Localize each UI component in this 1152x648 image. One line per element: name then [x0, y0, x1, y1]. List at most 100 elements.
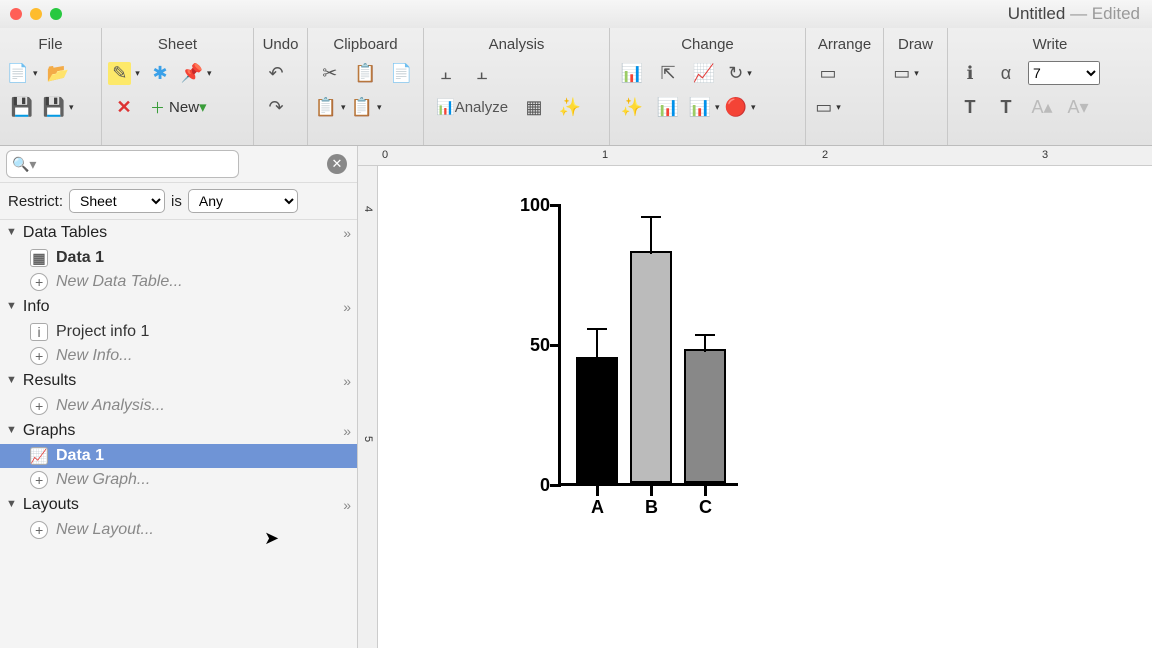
open-file-button[interactable]: 📂 — [44, 59, 72, 87]
x-tick-label: C — [699, 497, 712, 518]
analysis-a-button[interactable]: ⫠ — [432, 59, 460, 87]
cut-button[interactable]: ✂ — [316, 59, 344, 87]
text-tool-2[interactable]: T — [992, 93, 1020, 121]
restrict-label: Restrict: — [8, 193, 63, 210]
canvas[interactable]: + 0123 45 050100ABC — [358, 146, 1152, 648]
save-as-button[interactable]: 💾 — [44, 93, 72, 121]
restrict-is: is — [171, 193, 182, 210]
add-icon: + — [30, 273, 48, 291]
change-color-button[interactable]: 🔴 — [726, 93, 754, 121]
nav-item[interactable]: ▦ Data 1 — [0, 246, 357, 270]
bar-A[interactable] — [576, 357, 618, 483]
save-button[interactable]: 💾 — [8, 93, 36, 121]
restrict-field-select[interactable]: Sheet — [69, 189, 165, 213]
draw-rect-button[interactable]: ▭ — [892, 59, 920, 87]
alpha-button[interactable]: α — [992, 59, 1020, 87]
y-tick-label: 100 — [520, 195, 550, 216]
analysis-b-button[interactable]: ⫠ — [468, 59, 496, 87]
zoom-window-button[interactable] — [50, 8, 62, 20]
nav-section-data-tables[interactable]: ▼Data Tables» — [0, 220, 357, 246]
y-tick-label: 0 — [540, 475, 550, 496]
clear-search-button[interactable]: ✕ — [327, 154, 347, 174]
bar-B[interactable] — [630, 251, 672, 483]
analysis-wand-button[interactable]: ✨ — [556, 93, 584, 121]
nav-item[interactable]: + New Analysis... — [0, 394, 357, 418]
clipboard-1-button[interactable]: 📋 — [316, 93, 344, 121]
highlight-button[interactable]: ✎ — [110, 59, 138, 87]
window-title: Untitled — Edited — [1008, 4, 1140, 24]
info-button[interactable]: ℹ — [956, 59, 984, 87]
group-label-draw: Draw — [892, 32, 939, 59]
group-label-arrange: Arrange — [814, 32, 875, 59]
x-tick-label: B — [645, 497, 658, 518]
nav-item[interactable]: 📈Data 1 — [0, 444, 357, 468]
add-icon: + — [30, 397, 48, 415]
clipboard-2-button[interactable]: 📋 — [352, 93, 380, 121]
redo-button[interactable]: ↷ — [262, 93, 290, 121]
nav-item[interactable]: +New Info... — [0, 344, 357, 368]
nav-item-label: New Layout... — [56, 521, 154, 539]
nav-item-label: New Graph... — [56, 471, 150, 489]
nav-section-layouts[interactable]: ▼Layouts» — [0, 492, 357, 518]
graph-icon: 📈 — [30, 447, 48, 465]
nav-item[interactable]: iProject info 1 — [0, 320, 357, 344]
table-icon: ▦ — [30, 249, 48, 267]
nav-item[interactable]: +New Layout... — [0, 518, 357, 542]
nav-section-results[interactable]: ▼Results» — [0, 368, 357, 394]
group-label-clipboard: Clipboard — [316, 32, 415, 59]
freeze-button[interactable]: ✱ — [146, 59, 174, 87]
nav-item[interactable]: + New Graph... — [0, 468, 357, 492]
info-icon: i — [30, 323, 48, 341]
font-bigger-button[interactable]: A▴ — [1028, 93, 1056, 121]
x-tick-label: A — [591, 497, 604, 518]
minimize-window-button[interactable] — [30, 8, 42, 20]
bar-C[interactable] — [684, 349, 726, 483]
arrange-1-button[interactable]: ▭ — [814, 59, 842, 87]
ruler-vertical: 45 — [358, 166, 378, 648]
window-title-text: Untitled — [1008, 4, 1066, 23]
change-3-button[interactable]: 📈 — [690, 59, 718, 87]
ruler-horizontal: 0123 — [358, 146, 1152, 166]
arrange-2-button[interactable]: ▭ — [814, 93, 842, 121]
paste-button[interactable]: 📄 — [387, 59, 415, 87]
sidebar: 🔍▾ ✕ Restrict: Sheet is Any ▼Data Tables… — [0, 146, 358, 648]
change-4-button[interactable]: ↻ — [726, 59, 754, 87]
font-size-select[interactable]: 7 — [1028, 61, 1100, 85]
analyze-button[interactable]: 📊 Analyze — [432, 93, 512, 121]
x-axis — [558, 483, 738, 486]
search-input[interactable] — [6, 150, 239, 178]
search-icon: 🔍▾ — [12, 156, 36, 173]
nav-section-graphs[interactable]: ▼Graphs» — [0, 418, 357, 444]
group-label-analysis: Analysis — [432, 32, 601, 59]
nav-item-label: New Analysis... — [56, 397, 165, 415]
copy-button[interactable]: 📋 — [352, 59, 380, 87]
change-1-button[interactable]: 📊 — [618, 59, 646, 87]
navigator: ▼Data Tables» ▦ Data 1 + New Data Table... ▼I… — [0, 220, 357, 648]
undo-button[interactable]: ↶ — [262, 59, 290, 87]
new-sheet-button[interactable]: ＋New ▾ — [146, 93, 211, 121]
change-wand-button[interactable]: ✨ — [618, 93, 646, 121]
analysis-grid-button[interactable]: ▦ — [520, 93, 548, 121]
titlebar: Untitled — Edited — [0, 0, 1152, 28]
change-2-button[interactable]: ⇱ — [654, 59, 682, 87]
nav-item[interactable]: + New Data Table... — [0, 270, 357, 294]
nav-item-label: New Data Table... — [56, 273, 183, 291]
window-controls — [0, 8, 62, 20]
text-tool-1[interactable]: T — [956, 93, 984, 121]
restrict-value-select[interactable]: Any — [188, 189, 298, 213]
font-smaller-button[interactable]: A▾ — [1064, 93, 1092, 121]
nav-section-info[interactable]: ▼Info» — [0, 294, 357, 320]
new-file-button[interactable]: 📄 — [8, 59, 36, 87]
delete-button[interactable]: ✕ — [110, 93, 138, 121]
group-label-write: Write — [956, 32, 1144, 59]
pin-button[interactable]: 📌 — [182, 59, 210, 87]
toolbar: File 📄 📂 💾 💾 Sheet ✎ ✱ 📌 ✕ ＋New ▾ — [0, 28, 1152, 146]
change-6-button[interactable]: 📊 — [690, 93, 718, 121]
bar-chart[interactable]: 050100ABC — [428, 196, 768, 536]
close-window-button[interactable] — [10, 8, 22, 20]
add-icon: + — [30, 471, 48, 489]
group-label-sheet: Sheet — [110, 32, 245, 59]
change-5-button[interactable]: 📊 — [654, 93, 682, 121]
cursor-icon: ➤ — [264, 528, 279, 549]
nav-item-label: Data 1 — [56, 249, 104, 267]
